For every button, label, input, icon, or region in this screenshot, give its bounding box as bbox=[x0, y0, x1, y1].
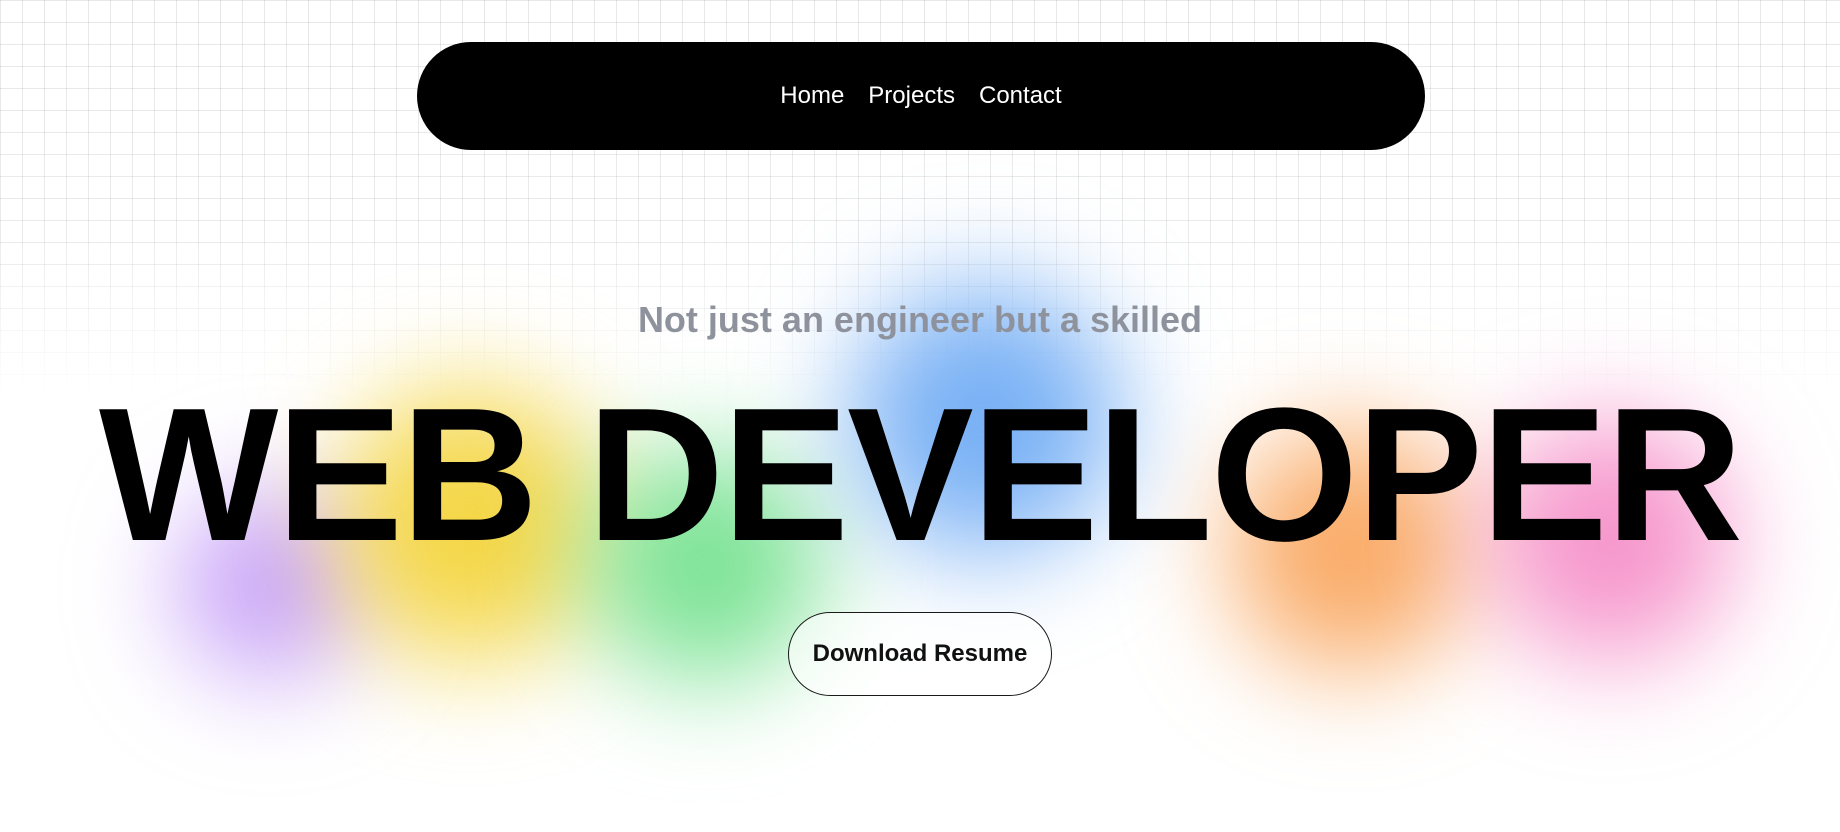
download-resume-button[interactable]: Download Resume bbox=[788, 612, 1052, 696]
hero-subtitle: Not just an engineer but a skilled bbox=[637, 299, 1203, 340]
nav-link-contact[interactable]: Contact bbox=[979, 82, 1062, 110]
nav-link-home[interactable]: Home bbox=[780, 82, 844, 110]
hero-headline: WEB DEVELOPER bbox=[99, 369, 1743, 581]
nav-link-projects[interactable]: Projects bbox=[868, 82, 955, 110]
page: Home Projects Contact Not just an engine… bbox=[0, 0, 1840, 832]
top-navbar: Home Projects Contact bbox=[417, 42, 1425, 150]
